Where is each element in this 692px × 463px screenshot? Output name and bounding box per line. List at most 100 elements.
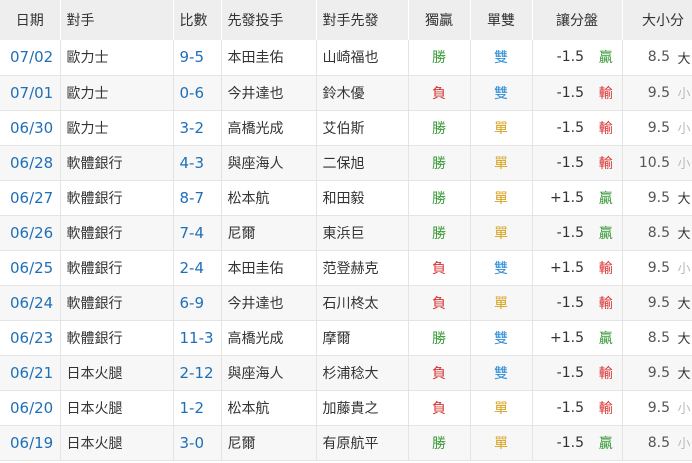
header-win-loss[interactable]: 獨贏 <box>408 0 471 40</box>
opponent-team[interactable]: 歐力士 <box>60 110 174 145</box>
over-under-line: 10.5 <box>638 154 670 171</box>
opponent-starting-pitcher[interactable]: 有原航平 <box>316 425 409 460</box>
odd-even-result: 雙 <box>470 40 533 75</box>
odd-even-result: 雙 <box>470 250 533 285</box>
over-under-line: 9.5 <box>647 399 670 416</box>
game-results-table: 日期 對手 比數 先發投手 對手先發 獨贏 單雙 讓分盤 大小分 07/02 歐力… <box>0 0 692 461</box>
opponent-team[interactable]: 歐力士 <box>60 40 174 75</box>
opponent-starting-pitcher[interactable]: 艾伯斯 <box>316 110 409 145</box>
over-under-result: 大 <box>677 51 691 67</box>
win-loss-result: 勝 <box>408 110 471 145</box>
opponent-starting-pitcher[interactable]: 山崎福也 <box>316 40 409 75</box>
table-row: 06/23 軟體銀行 11-3 高橋光成 摩爾勝雙 +1.5 贏 8.5 大 <box>0 320 692 355</box>
opponent-team[interactable]: 軟體銀行 <box>60 145 174 180</box>
opponent-starting-pitcher[interactable]: 鈴木優 <box>316 75 409 110</box>
over-under-line: 9.5 <box>647 259 670 276</box>
opponent-team[interactable]: 軟體銀行 <box>60 180 174 215</box>
opponent-team[interactable]: 軟體銀行 <box>60 250 174 285</box>
spread-result: 贏 <box>590 40 623 75</box>
game-date[interactable]: 06/25 <box>0 250 61 285</box>
header-date[interactable]: 日期 <box>0 0 61 40</box>
header-over-under[interactable]: 大小分 <box>622 0 692 40</box>
table-row: 07/01 歐力士 0-6 今井達也 鈴木優負雙 -1.5 輸 9.5 小 <box>0 75 692 110</box>
opponent-starting-pitcher[interactable]: 東浜巨 <box>316 215 409 250</box>
game-score: 3-0 <box>173 425 222 460</box>
win-loss-result: 負 <box>408 250 471 285</box>
game-date[interactable]: 07/01 <box>0 75 61 110</box>
starting-pitcher[interactable]: 今井達也 <box>221 285 317 320</box>
game-score: 3-2 <box>173 110 222 145</box>
starting-pitcher[interactable]: 高橋光成 <box>221 320 317 355</box>
starting-pitcher[interactable]: 尼爾 <box>221 215 317 250</box>
spread-result: 贏 <box>590 180 623 215</box>
win-loss-result: 負 <box>408 355 471 390</box>
game-date[interactable]: 06/23 <box>0 320 61 355</box>
spread-result: 贏 <box>590 320 623 355</box>
opponent-team[interactable]: 日本火腿 <box>60 425 174 460</box>
starting-pitcher[interactable]: 與座海人 <box>221 145 317 180</box>
opponent-team[interactable]: 軟體銀行 <box>60 320 174 355</box>
spread-result: 輸 <box>590 110 623 145</box>
starting-pitcher[interactable]: 本田圭佑 <box>221 40 317 75</box>
starting-pitcher[interactable]: 高橋光成 <box>221 110 317 145</box>
win-loss-result: 負 <box>408 75 471 110</box>
header-spread[interactable]: 讓分盤 <box>532 0 623 40</box>
game-score: 6-9 <box>173 285 222 320</box>
over-under-result: 大 <box>677 297 691 312</box>
starting-pitcher[interactable]: 今井達也 <box>221 75 317 110</box>
over-under-result: 小 <box>677 437 691 452</box>
opponent-team[interactable]: 日本火腿 <box>60 355 174 390</box>
table-row: 06/25 軟體銀行 2-4 本田圭佑 范登赫克負雙 +1.5 輸 9.5 小 <box>0 250 692 285</box>
game-date[interactable]: 06/30 <box>0 110 61 145</box>
opponent-team[interactable]: 軟體銀行 <box>60 215 174 250</box>
spread-result: 贏 <box>590 425 623 460</box>
game-score: 11-3 <box>173 320 222 355</box>
game-date[interactable]: 06/28 <box>0 145 61 180</box>
starting-pitcher[interactable]: 與座海人 <box>221 355 317 390</box>
spread-result: 輸 <box>590 250 623 285</box>
game-date[interactable]: 06/20 <box>0 390 61 425</box>
header-opp-starter[interactable]: 對手先發 <box>316 0 409 40</box>
header-score[interactable]: 比數 <box>173 0 222 40</box>
win-loss-result: 勝 <box>408 425 471 460</box>
opponent-starting-pitcher[interactable]: 石川柊太 <box>316 285 409 320</box>
game-date[interactable]: 06/19 <box>0 425 61 460</box>
starting-pitcher[interactable]: 本田圭佑 <box>221 250 317 285</box>
game-date[interactable]: 06/24 <box>0 285 61 320</box>
opponent-team[interactable]: 歐力士 <box>60 75 174 110</box>
spread-result: 輸 <box>590 285 623 320</box>
over-under-result: 大 <box>677 367 691 382</box>
opponent-starting-pitcher[interactable]: 杉浦稔大 <box>316 355 409 390</box>
game-score: 4-3 <box>173 145 222 180</box>
opponent-starting-pitcher[interactable]: 加藤貴之 <box>316 390 409 425</box>
over-under-line: 9.5 <box>647 189 670 206</box>
header-starter[interactable]: 先發投手 <box>221 0 317 40</box>
game-date[interactable]: 07/02 <box>0 40 61 75</box>
game-date[interactable]: 06/26 <box>0 215 61 250</box>
header-opponent[interactable]: 對手 <box>60 0 174 40</box>
table-row: 06/21 日本火腿 2-12 與座海人 杉浦稔大負雙 -1.5 輸 9.5 大 <box>0 355 692 390</box>
starting-pitcher[interactable]: 松本航 <box>221 390 317 425</box>
over-under-result: 小 <box>677 87 691 102</box>
spread-line: -1.5 <box>556 154 584 171</box>
opponent-starting-pitcher[interactable]: 二保旭 <box>316 145 409 180</box>
win-loss-result: 勝 <box>408 180 471 215</box>
game-date[interactable]: 06/21 <box>0 355 61 390</box>
opponent-starting-pitcher[interactable]: 摩爾 <box>316 320 409 355</box>
opponent-starting-pitcher[interactable]: 和田毅 <box>316 180 409 215</box>
table-row: 07/02 歐力士 9-5 本田圭佑 山崎福也勝雙 -1.5 贏 8.5 大 <box>0 40 692 75</box>
odd-even-result: 雙 <box>470 75 533 110</box>
win-loss-result: 負 <box>408 390 471 425</box>
spread-line: -1.5 <box>556 84 584 101</box>
opponent-team[interactable]: 軟體銀行 <box>60 285 174 320</box>
starting-pitcher[interactable]: 尼爾 <box>221 425 317 460</box>
starting-pitcher[interactable]: 松本航 <box>221 180 317 215</box>
opponent-starting-pitcher[interactable]: 范登赫克 <box>316 250 409 285</box>
over-under-line: 8.5 <box>647 49 670 66</box>
game-date[interactable]: 06/27 <box>0 180 61 215</box>
win-loss-result: 勝 <box>408 215 471 250</box>
over-under-line: 9.5 <box>647 119 670 136</box>
opponent-team[interactable]: 日本火腿 <box>60 390 174 425</box>
odd-even-result: 雙 <box>470 320 533 355</box>
header-odd-even[interactable]: 單雙 <box>470 0 533 40</box>
